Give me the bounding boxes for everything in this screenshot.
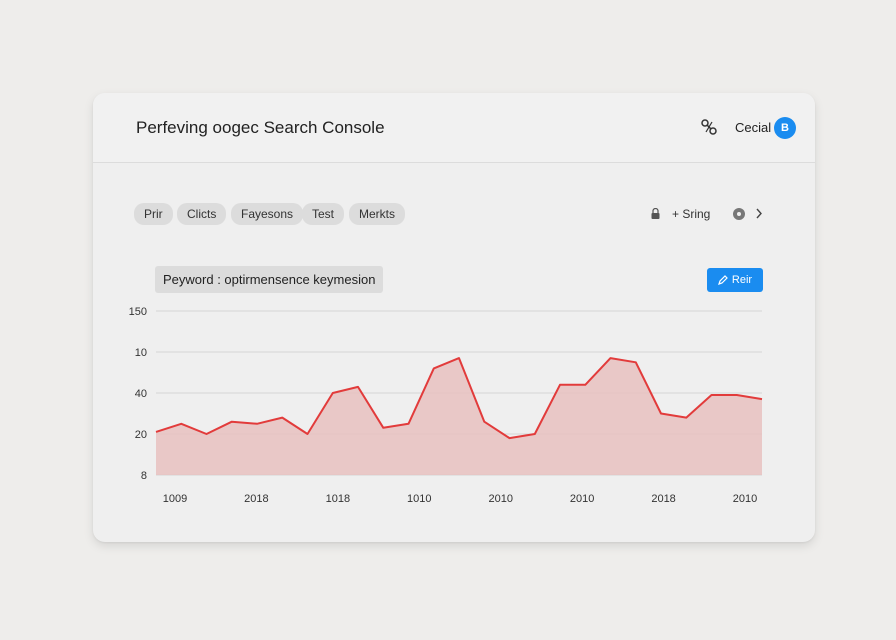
x-tick-label: 1010 <box>407 493 431 505</box>
page-title: Perfeving oogec Search Console <box>136 118 385 137</box>
share-icon[interactable] <box>700 118 718 136</box>
x-tick-label: 2010 <box>570 493 594 505</box>
x-axis: 1009 2018 1018 1010 2010 2010 2018 2010 <box>163 493 757 505</box>
y-axis: 150 10 40 20 8 <box>129 306 147 482</box>
user-label[interactable]: Cecial <box>735 120 771 135</box>
x-tick-label: 2018 <box>244 493 268 505</box>
x-tick-label: 2018 <box>651 493 675 505</box>
keyword-filter[interactable]: Peyword : optirmensence keymesion <box>155 266 384 293</box>
y-tick-label: 20 <box>135 429 147 441</box>
settings-icon[interactable] <box>732 207 746 221</box>
edit-button-label: Reir <box>731 274 753 286</box>
series-area <box>156 358 762 475</box>
lock-icon[interactable] <box>651 208 660 219</box>
pencil-icon <box>717 275 728 285</box>
x-tick-label: 2010 <box>488 493 512 505</box>
edit-button[interactable]: Reir <box>707 268 763 292</box>
y-tick-label: 40 <box>135 388 147 400</box>
x-tick-label: 2010 <box>733 493 757 505</box>
card-header: Perfeving oogec Search Console Cecial B <box>93 93 815 163</box>
y-tick-label: 150 <box>129 306 147 318</box>
y-tick-label: 10 <box>135 347 147 359</box>
avatar[interactable]: B <box>774 117 796 139</box>
clicks-area-chart: 150 10 40 20 8 1009 2018 1018 1010 2010 2010 2018 2… <box>129 306 763 505</box>
chip-test[interactable]: Test <box>302 203 345 225</box>
chevron-right-icon[interactable] <box>755 208 763 219</box>
x-tick-label: 1009 <box>163 493 187 505</box>
y-tick-label: 8 <box>141 470 147 482</box>
chip-prir[interactable]: Prir <box>134 203 173 225</box>
x-tick-label: 1018 <box>326 493 350 505</box>
search-console-card: Perfeving oogec Search Console Cecial B … <box>93 93 815 542</box>
chip-fayesons[interactable]: Fayesons <box>231 203 304 225</box>
add-string-button[interactable]: + Sring <box>672 207 710 221</box>
chip-merkts[interactable]: Merkts <box>349 203 405 225</box>
chip-clicts[interactable]: Clicts <box>177 203 227 225</box>
